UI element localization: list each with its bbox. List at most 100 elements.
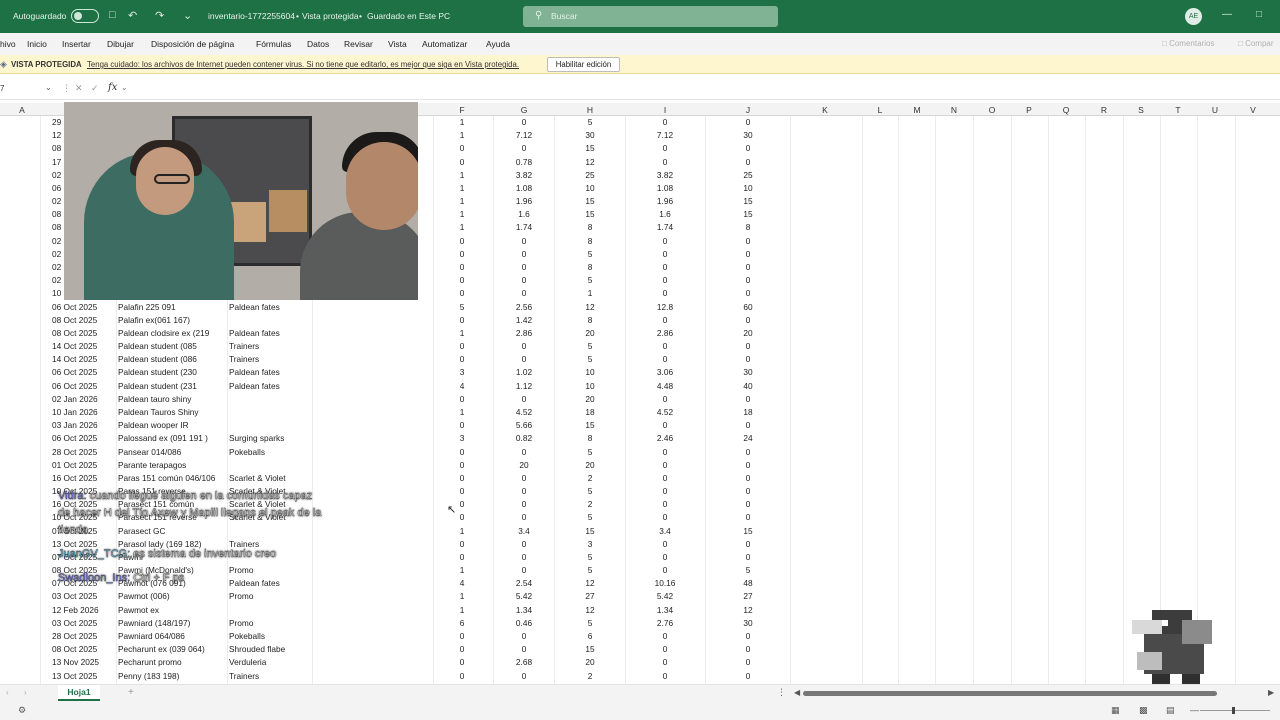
cell-price[interactable]: 1.74 [494,223,554,232]
cell-sale-price[interactable]: 8 [555,223,625,232]
cell-qty[interactable]: 0 [446,249,478,259]
cell-total-sale[interactable]: 24 [707,434,789,443]
cell-sale-price[interactable]: 15 [555,197,625,206]
cell-price[interactable]: 2.56 [494,302,554,312]
table-row[interactable]: 06 Oct 2025 Palossand ex (091 191 ) Surgin… [0,432,1280,445]
cell-sale-price[interactable]: 20 [555,658,625,667]
accessibility-icon[interactable]: ⚙ [18,705,26,716]
cell-price[interactable]: 0 [494,539,554,549]
cell-qty[interactable]: 0 [446,144,478,153]
cell-set[interactable]: Trainers [229,342,311,351]
cell-date[interactable]: 14 Oct 2025 [52,342,116,351]
cell-date[interactable]: 12 Feb 2026 [52,606,116,615]
save-icon[interactable]: □ [109,9,116,21]
cell-name[interactable]: Parante terapagos [118,461,226,470]
cell-sale-price[interactable]: 5 [555,566,625,575]
cell-date[interactable]: 16 Oct 2025 [52,474,116,483]
cell-sale-price[interactable]: 2 [555,500,625,509]
cell-sale-price[interactable]: 8 [555,236,625,246]
scroll-left-icon[interactable]: ◀ [794,688,800,697]
menu-archivo[interactable]: hivo [0,39,16,49]
cell-sale-price[interactable]: 2 [555,671,625,681]
cell-set[interactable]: Paldean fates [229,329,311,338]
cell-total-sale[interactable]: 27 [707,592,789,601]
cell-total-cost[interactable]: 0 [626,236,704,246]
cell-total-sale[interactable]: 0 [707,118,789,127]
cell-total-cost[interactable]: 12.8 [626,302,704,312]
next-sheet-icon[interactable]: › [24,688,27,697]
cell-set[interactable]: Verduleria [229,658,311,667]
cell-sale-price[interactable]: 8 [555,315,625,325]
redo-icon[interactable]: ↷ [155,9,164,22]
cell-total-sale[interactable]: 0 [707,513,789,522]
cell-qty[interactable]: 1 [446,183,478,193]
cell-qty[interactable]: 0 [446,460,478,470]
prev-sheet-icon[interactable]: ‹ [6,688,9,697]
minimize-icon[interactable]: — [1222,9,1232,20]
cell-name[interactable]: Paldean Tauros Shiny [118,408,226,417]
cell-qty[interactable]: 0 [446,342,478,351]
col-header-a[interactable]: A [12,105,32,115]
zoom-out-icon[interactable]: — [1190,705,1199,715]
cell-sale-price[interactable]: 12 [555,605,625,615]
cell-total-cost[interactable]: 0 [626,632,704,641]
check-icon[interactable]: ✓ [91,83,99,94]
cell-sale-price[interactable]: 12 [555,579,625,588]
menu-formulas[interactable]: Fórmulas [256,39,291,49]
cell-total-sale[interactable]: 20 [707,328,789,338]
cell-name[interactable]: Paldean student (086 [118,355,226,364]
col-header-m[interactable]: M [907,105,927,115]
cell-qty[interactable]: 5 [446,302,478,312]
function-icon[interactable]: fx [108,82,117,93]
cell-total-cost[interactable]: 3.06 [626,368,704,377]
cell-date[interactable]: 03 Jan 2026 [52,421,116,430]
cell-total-sale[interactable]: 30 [707,618,789,628]
menu-datos[interactable]: Datos [307,39,329,49]
cell-total-cost[interactable]: 2.86 [626,328,704,338]
cell-name[interactable]: Pansear 014/086 [118,448,226,457]
cell-name[interactable]: Pecharunt ex (039 064) [118,645,226,654]
share-button[interactable]: □ Compar [1238,39,1274,48]
table-row[interactable]: 14 Oct 2025 Paldean student (086 Trainers 0… [0,353,1280,366]
cell-price[interactable]: 0.82 [494,434,554,443]
table-row[interactable]: 02 Jan 2026 Paldean tauro shiny 0 0 20 0 0 [0,393,1280,406]
cell-date[interactable]: 10 Jan 2026 [52,408,116,417]
zoom-slider[interactable] [1200,710,1270,711]
enable-editing-button[interactable]: Habilitar edición [547,57,620,72]
protected-view-message[interactable]: Tenga cuidado: los archivos de Internet … [87,60,519,69]
cell-total-cost[interactable]: 0 [626,394,704,404]
col-header-v[interactable]: V [1243,105,1263,115]
col-header-t[interactable]: T [1168,105,1188,115]
cell-total-cost[interactable]: 0 [626,447,704,457]
col-header-n[interactable]: N [944,105,964,115]
cell-name[interactable]: Pawniard (148/197) [118,619,226,628]
cell-qty[interactable]: 0 [446,552,478,562]
table-row[interactable]: 06 Oct 2025 Palafin 225 091 Paldean fates 5… [0,301,1280,314]
menu-vista[interactable]: Vista [388,39,407,49]
cell-sale-price[interactable]: 1 [555,289,625,298]
cell-set[interactable]: Promo [229,592,311,601]
cell-total-sale[interactable]: 48 [707,579,789,588]
save-status[interactable]: Guardado en Este PC [367,11,450,21]
cell-total-sale[interactable]: 0 [707,157,789,167]
cell-price[interactable]: 3.4 [494,526,554,536]
cell-total-sale[interactable]: 0 [707,658,789,667]
cell-total-cost[interactable]: 0 [626,249,704,259]
horizontal-scrollbar[interactable] [803,691,1217,696]
cell-price[interactable]: 0.46 [494,618,554,628]
cell-total-sale[interactable]: 0 [707,671,789,681]
cell-price[interactable]: 0 [494,236,554,246]
cell-sale-price[interactable]: 5 [555,552,625,562]
cell-qty[interactable]: 0 [446,355,478,364]
cell-qty[interactable]: 1 [446,210,478,219]
cell-total-sale[interactable]: 0 [707,645,789,654]
cell-total-cost[interactable]: 0 [626,262,704,272]
avatar[interactable]: AE [1185,8,1202,25]
cell-price[interactable]: 0 [494,645,554,654]
cell-qty[interactable]: 0 [446,236,478,246]
col-header-l[interactable]: L [870,105,890,115]
maximize-icon[interactable]: □ [1256,9,1262,20]
col-header-j[interactable]: J [738,105,758,115]
cell-total-cost[interactable]: 4.52 [626,407,704,417]
comments-button[interactable]: □ Comentarios [1162,39,1214,48]
